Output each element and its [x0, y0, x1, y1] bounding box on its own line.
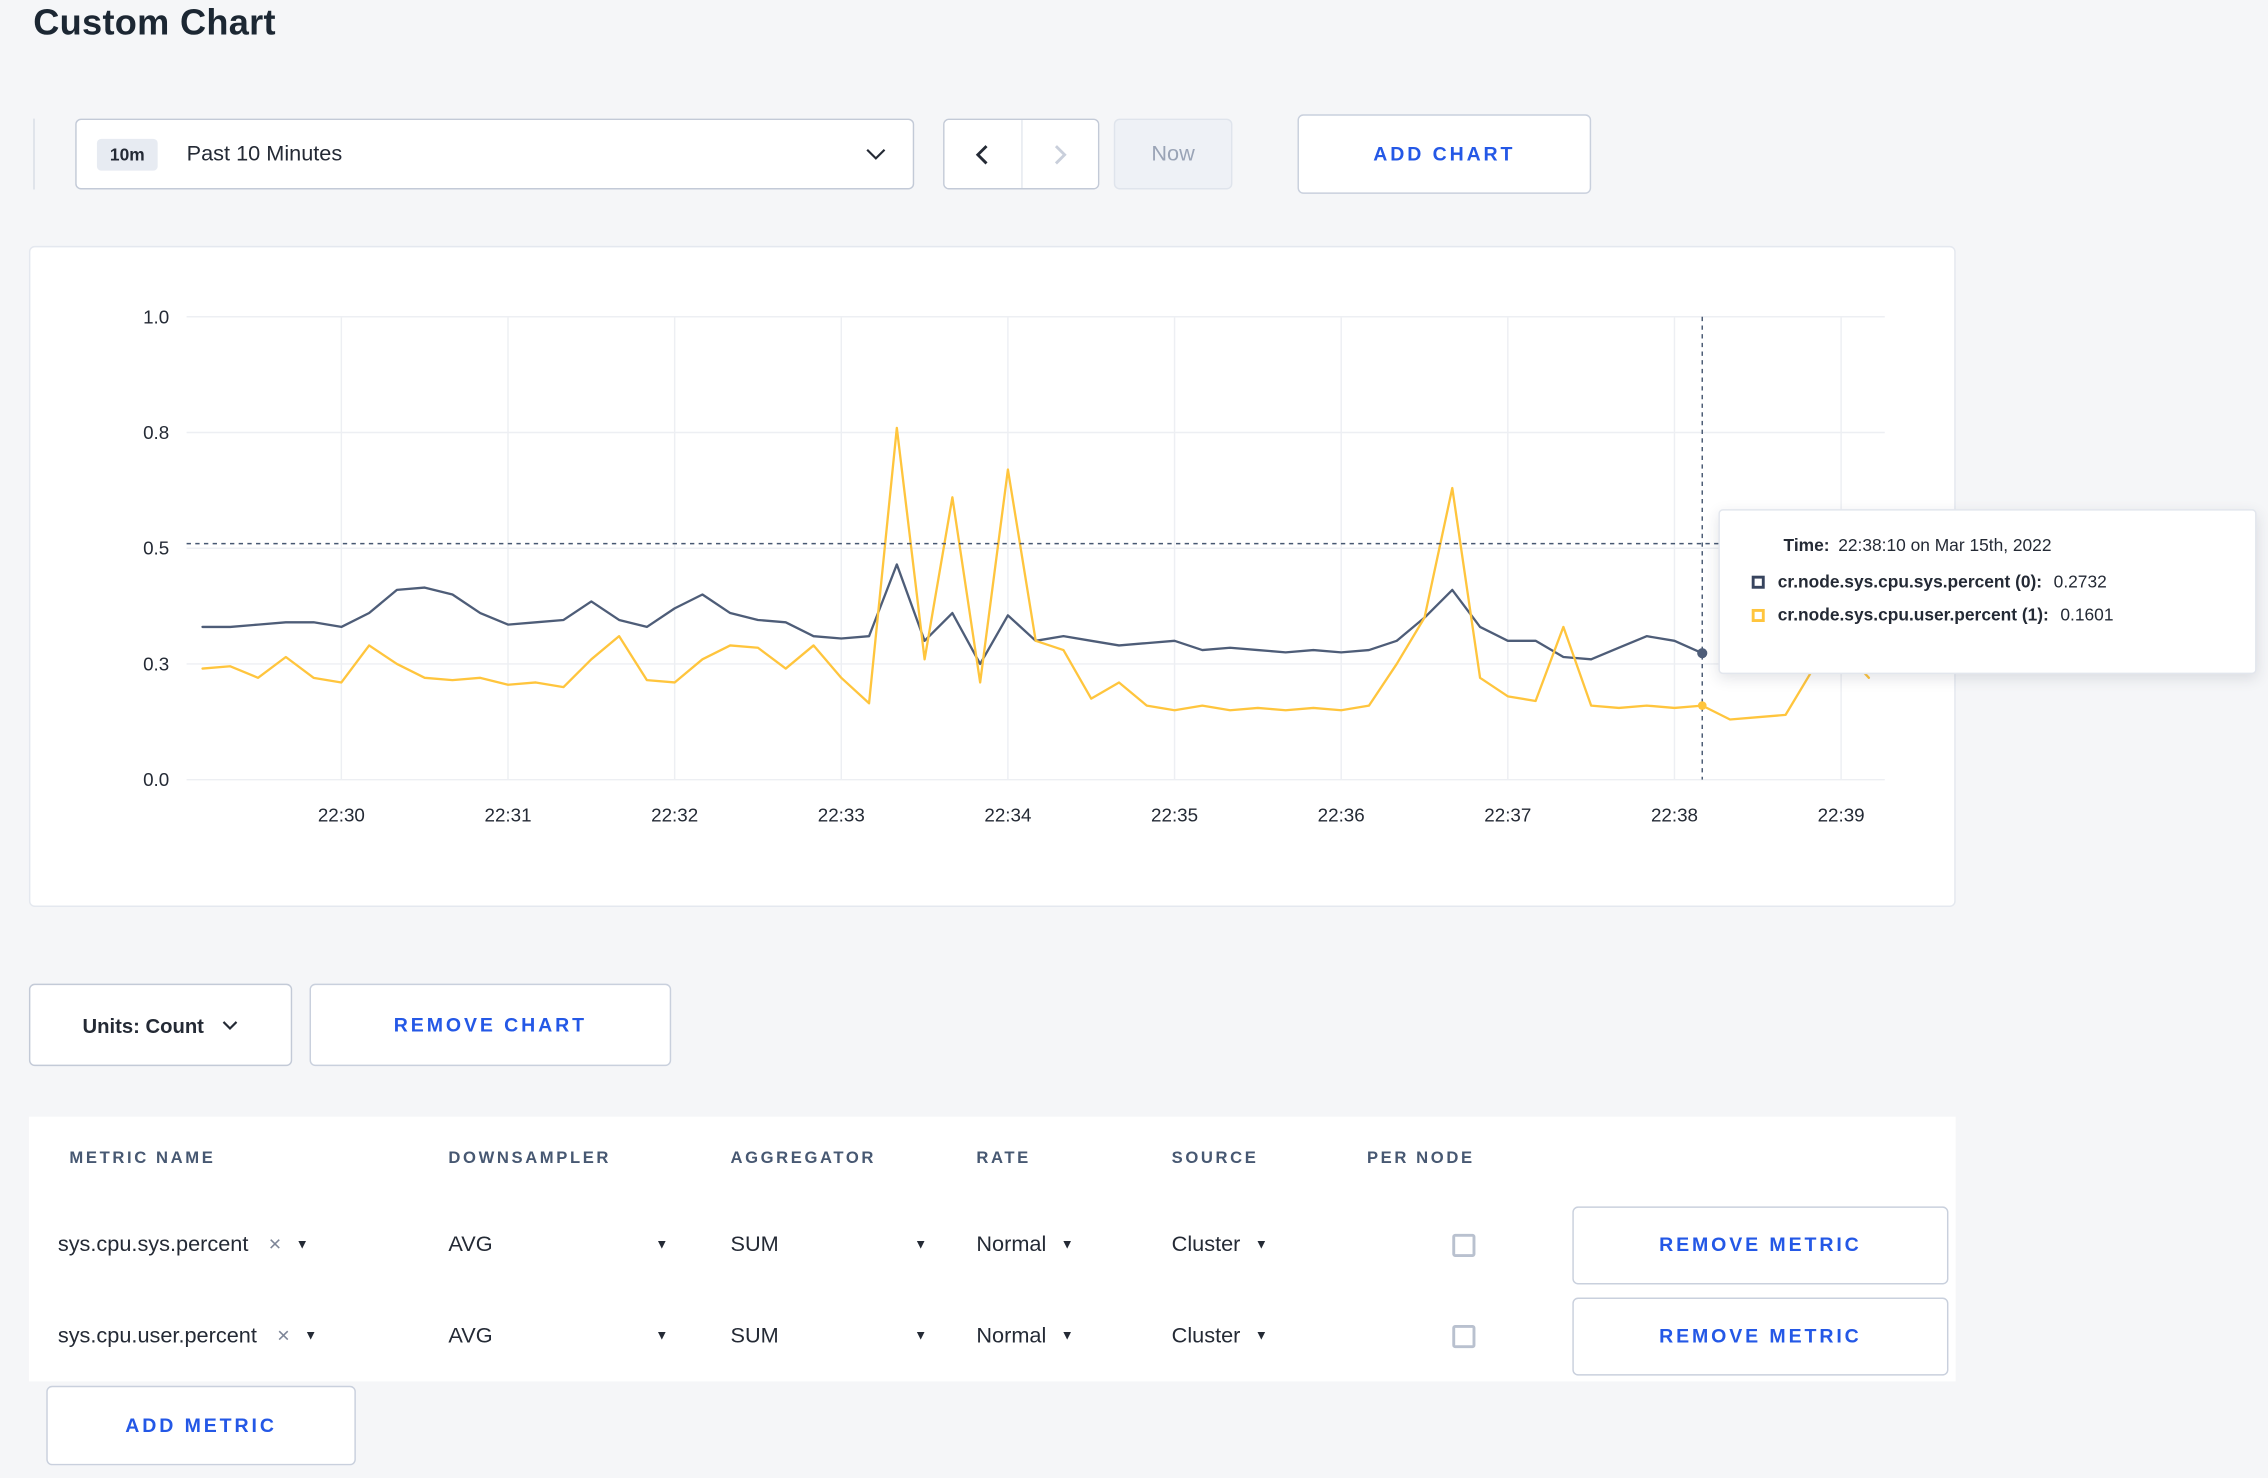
- tooltip-time-value: 22:38:10 on Mar 15th, 2022: [1838, 535, 2052, 556]
- remove-chart-button[interactable]: REMOVE CHART: [309, 983, 672, 1067]
- chart-tooltip: Time: 22:38:10 on Mar 15th, 2022 cr.node.…: [1718, 509, 2257, 675]
- caret-down-icon: ▼: [655, 1236, 669, 1252]
- time-nav-group: [943, 118, 1100, 190]
- svg-text:22:30: 22:30: [318, 805, 365, 826]
- caret-down-icon: ▼: [1060, 1236, 1074, 1252]
- chevron-down-icon: [866, 148, 886, 160]
- caret-down-icon: ▼: [1060, 1327, 1074, 1343]
- header-rate: RATE: [976, 1149, 1031, 1167]
- svg-text:0.3: 0.3: [143, 653, 169, 674]
- per-node-checkbox[interactable]: [1452, 1324, 1476, 1348]
- toolbar-divider: [33, 118, 35, 190]
- source-select[interactable]: Cluster ▼: [1172, 1232, 1356, 1257]
- aggregator-select[interactable]: SUM ▼: [730, 1324, 927, 1349]
- downsampler-select[interactable]: AVG ▼: [448, 1232, 668, 1257]
- add-chart-button[interactable]: ADD CHART: [1297, 114, 1592, 194]
- time-range-select[interactable]: 10m Past 10 Minutes: [75, 118, 915, 190]
- custom-chart-page: Custom Chart 10m Past 10 Minutes Now ADD…: [0, 0, 2268, 1478]
- tooltip-series-label: cr.node.sys.cpu.user.percent (1):: [1777, 604, 2049, 625]
- metric-row: sys.cpu.sys.percent × ▼ AVG ▼ SUM ▼ Norm…: [29, 1199, 1956, 1290]
- now-button[interactable]: Now: [1113, 118, 1233, 190]
- downsampler-value: AVG: [448, 1323, 493, 1349]
- tooltip-series-row: cr.node.sys.cpu.user.percent (1): 0.1601: [1751, 604, 2229, 625]
- page-title: Custom Chart: [33, 2, 276, 44]
- svg-text:22:35: 22:35: [1151, 805, 1198, 826]
- caret-down-icon: ▼: [304, 1327, 318, 1343]
- svg-text:22:31: 22:31: [484, 805, 531, 826]
- aggregator-select[interactable]: SUM ▼: [730, 1232, 927, 1257]
- downsampler-select[interactable]: AVG ▼: [448, 1324, 668, 1349]
- per-node-checkbox[interactable]: [1452, 1233, 1476, 1257]
- source-select[interactable]: Cluster ▼: [1172, 1324, 1356, 1349]
- svg-text:0.5: 0.5: [143, 538, 169, 559]
- caret-down-icon: ▼: [914, 1236, 928, 1252]
- chevron-left-icon: [976, 144, 988, 164]
- tooltip-series-value: 0.2732: [2053, 571, 2107, 592]
- series-user-swatch-icon: [1751, 608, 1765, 622]
- units-label: Units: Count: [82, 1013, 204, 1037]
- remove-metric-button[interactable]: REMOVE METRIC: [1572, 1205, 1949, 1284]
- metric-row: sys.cpu.user.percent × ▼ AVG ▼ SUM ▼ Nor…: [29, 1290, 1956, 1381]
- series-sys-swatch-icon: [1751, 574, 1765, 589]
- downsampler-value: AVG: [448, 1232, 493, 1258]
- time-range-badge: 10m: [96, 138, 158, 170]
- chevron-down-icon: [222, 1020, 238, 1030]
- header-per-node: PER NODE: [1366, 1149, 1475, 1167]
- source-value: Cluster: [1171, 1323, 1241, 1349]
- metric-name-value: sys.cpu.sys.percent: [57, 1232, 249, 1258]
- caret-down-icon: ▼: [1254, 1236, 1268, 1252]
- time-prev-button[interactable]: [944, 120, 1021, 189]
- header-metric-name: METRIC NAME: [69, 1149, 216, 1167]
- svg-text:0.8: 0.8: [143, 422, 169, 443]
- source-value: Cluster: [1171, 1232, 1241, 1258]
- metric-table: METRIC NAME DOWNSAMPLER AGGREGATOR RATE …: [28, 1116, 1956, 1382]
- time-next-button[interactable]: [1020, 120, 1098, 189]
- caret-down-icon: ▼: [295, 1236, 309, 1252]
- tooltip-time-label: Time:: [1783, 535, 1830, 556]
- chart-card: 0.0 0.3 0.5 0.8 1.0 22:30 22:31 22:32 22:33 22:34…: [28, 245, 1956, 907]
- time-range-label: Past 10 Minutes: [186, 141, 343, 167]
- svg-text:22:39: 22:39: [1818, 805, 1865, 826]
- svg-text:22:32: 22:32: [651, 805, 698, 826]
- metric-name-select[interactable]: sys.cpu.sys.percent × ▼: [58, 1232, 437, 1257]
- aggregator-value: SUM: [730, 1232, 779, 1258]
- svg-text:22:36: 22:36: [1318, 805, 1365, 826]
- header-downsampler: DOWNSAMPLER: [448, 1149, 612, 1167]
- caret-down-icon: ▼: [914, 1327, 928, 1343]
- svg-text:1.0: 1.0: [143, 306, 169, 327]
- units-select[interactable]: Units: Count: [28, 983, 293, 1067]
- caret-down-icon: ▼: [1254, 1327, 1268, 1343]
- aggregator-value: SUM: [730, 1323, 779, 1349]
- chart-canvas[interactable]: 0.0 0.3 0.5 0.8 1.0 22:30 22:31 22:32 22:33 22:34…: [30, 247, 1954, 905]
- header-source: SOURCE: [1171, 1149, 1259, 1167]
- remove-metric-button[interactable]: REMOVE METRIC: [1572, 1296, 1949, 1375]
- svg-text:0.0: 0.0: [143, 769, 169, 790]
- rate-select[interactable]: Normal ▼: [976, 1324, 1160, 1349]
- svg-text:22:37: 22:37: [1484, 805, 1531, 826]
- rate-select[interactable]: Normal ▼: [976, 1232, 1160, 1257]
- tooltip-series-row: cr.node.sys.cpu.sys.percent (0): 0.2732: [1751, 571, 2229, 592]
- rate-value: Normal: [976, 1232, 1047, 1258]
- svg-text:22:38: 22:38: [1651, 805, 1698, 826]
- caret-down-icon: ▼: [655, 1327, 669, 1343]
- header-aggregator: AGGREGATOR: [730, 1149, 877, 1167]
- tooltip-series-label: cr.node.sys.cpu.sys.percent (0):: [1777, 571, 2043, 592]
- metric-name-select[interactable]: sys.cpu.user.percent × ▼: [58, 1324, 437, 1349]
- tooltip-series-value: 0.1601: [2060, 604, 2114, 625]
- chevron-right-icon: [1054, 144, 1067, 164]
- clear-icon[interactable]: ×: [269, 1234, 282, 1256]
- metric-name-value: sys.cpu.user.percent: [57, 1323, 257, 1349]
- metric-table-header: METRIC NAME DOWNSAMPLER AGGREGATOR RATE …: [29, 1117, 1956, 1199]
- tooltip-time: Time: 22:38:10 on Mar 15th, 2022: [1784, 535, 2230, 555]
- rate-value: Normal: [976, 1323, 1047, 1349]
- svg-text:22:34: 22:34: [984, 805, 1031, 826]
- svg-text:22:33: 22:33: [818, 805, 865, 826]
- clear-icon[interactable]: ×: [277, 1325, 290, 1347]
- add-metric-button[interactable]: ADD METRIC: [46, 1385, 356, 1466]
